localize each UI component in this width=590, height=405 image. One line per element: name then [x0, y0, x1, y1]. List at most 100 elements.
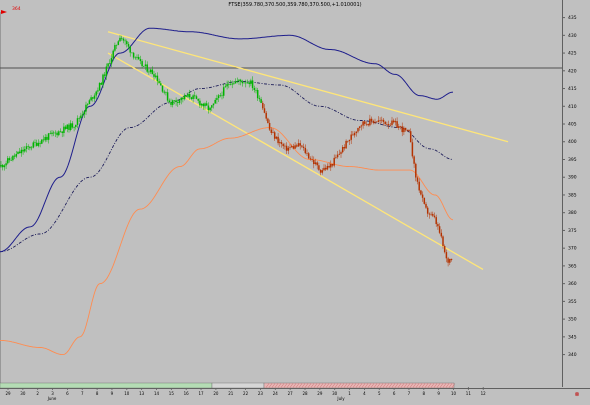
candle-body	[394, 121, 397, 123]
candle-body	[95, 91, 97, 96]
candle-body	[449, 258, 451, 263]
candle-body	[214, 99, 216, 104]
candle-body	[141, 61, 143, 67]
candle-body	[131, 52, 133, 54]
candle-body	[122, 38, 125, 41]
chart-root: FTSE(359.780,370.500,359.780,370.500,+1.…	[0, 0, 590, 401]
x-tick-label: 23	[258, 391, 264, 396]
candle-body	[318, 165, 320, 170]
month-label: July	[336, 396, 345, 401]
candle-body	[120, 37, 123, 39]
candle-body	[156, 75, 159, 82]
candle-body	[273, 132, 276, 139]
y-tick-label: 400	[568, 139, 577, 145]
candle-body	[102, 74, 104, 85]
candle-body	[381, 119, 383, 121]
candle-body	[35, 142, 38, 146]
candle-body	[161, 85, 164, 92]
candle-body	[406, 130, 409, 131]
candle-body	[51, 132, 53, 134]
candle-body	[445, 252, 448, 259]
candle-body	[27, 146, 29, 147]
candle-body	[401, 126, 403, 133]
candle-body	[229, 84, 232, 85]
candle-body	[137, 56, 140, 60]
candle-body	[279, 142, 281, 144]
candle-body	[132, 52, 135, 58]
candle-body	[29, 146, 31, 149]
candle-body	[8, 158, 11, 161]
candle-body	[272, 132, 274, 133]
candle-body	[432, 213, 434, 216]
candle-body	[24, 149, 26, 152]
candle-body	[367, 123, 369, 126]
candle-body	[301, 145, 303, 147]
y-tick-label: 390	[568, 175, 577, 181]
candle-body	[302, 146, 305, 148]
candle-body	[314, 162, 317, 165]
candle-body	[15, 154, 18, 157]
candle-body	[328, 165, 330, 168]
x-tick-label: 6	[66, 391, 69, 396]
candle-body	[0, 164, 2, 167]
candle-body	[204, 103, 206, 107]
candle-body	[114, 45, 116, 51]
x-tick-label: 4	[363, 391, 366, 396]
candle-body	[370, 118, 373, 121]
candle-body	[107, 63, 109, 67]
candle-body	[58, 131, 60, 136]
x-tick-label: 8	[423, 391, 426, 396]
y-tick-label: 345	[568, 334, 577, 340]
candle-body	[243, 82, 245, 84]
candle-body	[265, 112, 267, 119]
candle-body	[173, 100, 176, 101]
candle-body	[398, 126, 400, 128]
candle-body	[364, 121, 366, 124]
candle-body	[416, 177, 419, 182]
candle-body	[171, 100, 174, 105]
bottom-strip	[0, 382, 456, 389]
candle-body	[280, 142, 283, 145]
candle-body	[285, 145, 288, 151]
candle-body	[321, 170, 324, 173]
candle-body	[392, 120, 395, 123]
candle-body	[399, 126, 402, 127]
candle-body	[73, 127, 75, 128]
candle-body	[160, 83, 162, 86]
candle-body	[119, 37, 121, 42]
candle-body	[56, 132, 58, 136]
candle-body	[374, 121, 376, 123]
candle-body	[5, 163, 7, 166]
candle-body	[415, 163, 417, 178]
candle-body	[347, 140, 349, 142]
candle-body	[3, 165, 6, 168]
x-tick-label: 7	[408, 391, 411, 396]
candle-body	[39, 142, 41, 144]
x-tick-label: 29	[317, 391, 323, 396]
candle-body	[46, 136, 48, 140]
candle-body	[49, 133, 52, 134]
candle-body	[284, 145, 286, 147]
y-tick-label: 405	[568, 122, 577, 128]
candle-body	[216, 98, 218, 100]
candle-body	[270, 129, 273, 133]
candle-body	[338, 153, 341, 155]
candle-body	[75, 124, 77, 128]
candle-body	[25, 146, 28, 150]
candle-body	[379, 120, 381, 121]
candle-body	[438, 226, 441, 233]
candle-body	[433, 215, 436, 218]
candle-body	[153, 74, 155, 77]
candle-body	[319, 169, 322, 173]
candle-body	[183, 95, 186, 100]
x-tick-label: 22	[243, 391, 249, 396]
candle-body	[324, 167, 327, 170]
x-tick-label: 28	[302, 391, 308, 396]
candle-body	[175, 100, 177, 103]
candle-body	[126, 41, 128, 45]
candle-body	[129, 46, 131, 53]
candle-body	[246, 82, 249, 84]
candle-body	[335, 157, 337, 158]
candle-body	[69, 123, 72, 130]
candle-body	[355, 131, 358, 134]
